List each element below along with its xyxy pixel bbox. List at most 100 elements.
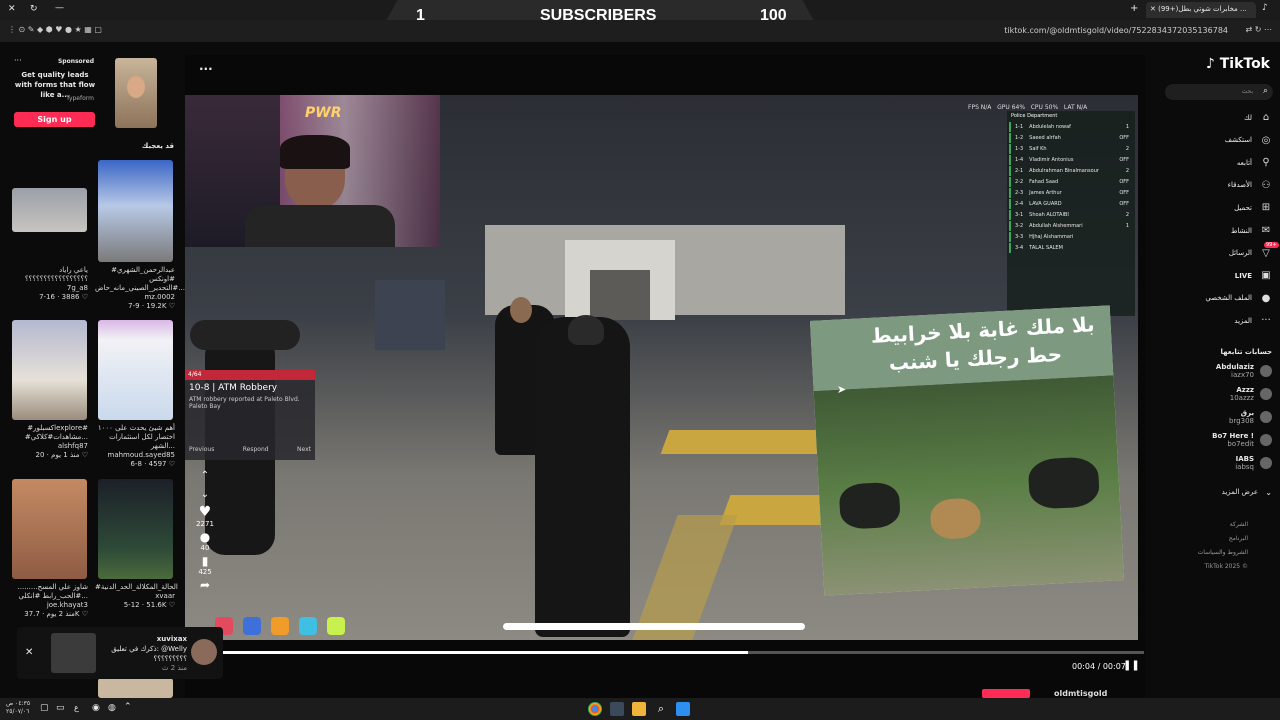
- followed-account[interactable]: برق brg308: [1229, 409, 1272, 425]
- sidebar-item-label: استكشف: [1224, 136, 1252, 145]
- video-user: 7g_a8: [66, 284, 88, 292]
- video-thumbnail-3[interactable]: [12, 320, 87, 420]
- file-explorer-icon[interactable]: [632, 702, 646, 716]
- ad-thumbnail[interactable]: [115, 58, 157, 128]
- microphone-icon[interactable]: ◉: [92, 703, 100, 713]
- alert-previous-button[interactable]: Previous: [189, 446, 214, 453]
- followed-account[interactable]: Abdulaziz iazx70: [1216, 363, 1272, 379]
- roster-list: 1-1 Abdulelah nowaf 1 1-2 Saeed alrfah OFF 1-3…: [1007, 122, 1135, 253]
- crown-reaction-icon[interactable]: [271, 617, 289, 635]
- tray-chevron-icon[interactable]: ⌃: [124, 702, 132, 712]
- alert-respond-button[interactable]: Respond: [243, 446, 269, 453]
- tab-close-icon[interactable]: ✕: [1150, 5, 1156, 13]
- sidebar-item-user-follow[interactable]: أتابعه ⚲: [1237, 157, 1272, 168]
- scroll-down-icon[interactable]: ⌄: [192, 489, 218, 500]
- sidebar-footer: الشركة البرنامج الشروط والسياسات TikTok 202…: [1198, 518, 1248, 574]
- clock[interactable]: ٠٤:٣٥ ص ٢٥/٠٧/٠٦: [6, 700, 30, 716]
- app-icon[interactable]: [610, 702, 624, 716]
- video-more-button[interactable]: ...: [199, 59, 213, 73]
- followed-account[interactable]: Azzz 10azzz: [1230, 386, 1272, 402]
- avatar: [1260, 457, 1272, 469]
- like-icon[interactable]: ♥: [192, 504, 218, 520]
- shield-reaction-icon[interactable]: [243, 617, 261, 635]
- comment-icon[interactable]: ●: [192, 530, 218, 544]
- sidebar-item-compass[interactable]: استكشف ◎: [1225, 135, 1272, 146]
- video-card-3[interactable]: #اكسبلورexplore# #مشاهدات#كلاكي... alshf…: [10, 424, 88, 460]
- video-frame[interactable]: PWR FPS N/A GPU 64% CPU 50% LAT N/A Poli…: [185, 95, 1138, 640]
- see-more-link[interactable]: عرض المزيد: [1222, 488, 1258, 496]
- sidebar-item-label: LIVE: [1234, 271, 1252, 280]
- footer-link[interactable]: TikTok 2025 ©: [1198, 560, 1249, 574]
- sidebar-item-friends[interactable]: الأصدقاء ⚇: [1228, 180, 1272, 191]
- followed-account[interactable]: Bo7 Here ! bo7edit: [1212, 432, 1272, 448]
- roster-status: 1: [1125, 124, 1129, 130]
- search-input[interactable]: بحث ⌕: [1165, 84, 1273, 100]
- diamond-reaction-icon[interactable]: [299, 617, 317, 635]
- account-handle: bo7edit: [1227, 440, 1254, 448]
- roster-status: 2: [1125, 168, 1129, 174]
- close-notification-icon[interactable]: ✕: [25, 647, 33, 658]
- network-icon[interactable]: ◍: [108, 703, 116, 713]
- sidebar-item-home[interactable]: لك ⌂: [1244, 112, 1272, 123]
- bookmark-icon[interactable]: ▮: [192, 554, 218, 568]
- officer-head: [510, 297, 532, 323]
- officer-head: [568, 315, 604, 345]
- alert-next-button[interactable]: Next: [297, 446, 311, 453]
- windows-start-icon[interactable]: [676, 702, 690, 716]
- notification-time: منذ 2 ث: [161, 664, 187, 672]
- follow-button[interactable]: [982, 689, 1030, 698]
- tiktok-logo[interactable]: ♪ TikTok: [1206, 56, 1270, 72]
- display-icon[interactable]: ▭: [56, 703, 65, 713]
- roster-status: 1: [1125, 223, 1129, 229]
- roster-name: TALAL SALEM: [1029, 245, 1063, 251]
- search-taskbar-icon[interactable]: ⌕: [654, 702, 668, 716]
- video-progress-fill: [222, 651, 748, 654]
- sidebar-item-message[interactable]: الرسائل ▽ 99+: [1229, 241, 1279, 259]
- close-window-icon[interactable]: ✕: [8, 4, 16, 14]
- side-door: [375, 280, 445, 350]
- video-thumbnail-4[interactable]: [98, 320, 173, 420]
- browser-toolbar-icons[interactable]: ⇄ ↻ ⋯: [1246, 25, 1273, 34]
- sidebar-item-live[interactable]: LIVE ▣: [1235, 270, 1272, 281]
- footer-link[interactable]: البرنامج: [1198, 532, 1248, 546]
- video-card-4[interactable]: أهم شيئ يحدث على ١٠٠٠ اختصار لكل استثمار…: [95, 424, 175, 469]
- account-name: Azzz: [1236, 386, 1254, 394]
- new-tab-icon[interactable]: +: [1130, 3, 1138, 14]
- video-progress-track[interactable]: [222, 651, 1144, 654]
- video-thumbnail-6[interactable]: [98, 479, 173, 579]
- video-thumbnail-1[interactable]: [12, 188, 87, 232]
- video-card-5[interactable]: شاوز علي المسح......... #الحب_رابط #انكل…: [10, 583, 88, 619]
- ad-more-icon[interactable]: ···: [14, 56, 22, 65]
- video-thumbnail-5[interactable]: [12, 479, 87, 579]
- sidebar-item-profile[interactable]: الملف الشخصي ●: [1205, 293, 1272, 304]
- url-text[interactable]: tiktok.com/@oldmtisgold/video/7522834372…: [1004, 26, 1228, 35]
- refresh-icon[interactable]: ↻: [30, 4, 38, 14]
- followed-account[interactable]: IABS iabsq: [1235, 455, 1272, 471]
- minimize-icon[interactable]: —: [55, 3, 64, 13]
- video-author[interactable]: oldmtisgold: [1054, 689, 1107, 698]
- video-thumbnail-7[interactable]: [98, 678, 173, 698]
- pause-icon[interactable]: ❚❚: [1123, 660, 1140, 671]
- video-card-1[interactable]: ياعي راياد ؟؟؟؟؟؟؟؟؟؟؟؟؟؟؟؟؟ 7g_a8 7-16 …: [10, 266, 88, 302]
- search-icon[interactable]: ⌕: [1263, 86, 1268, 96]
- sidebar-item-upload[interactable]: تحميل ⊞: [1234, 202, 1272, 213]
- extension-icons[interactable]: ⋮ ⊙ ✎ ◆ ⬢ ♥ ● ★ ▦ ▢: [8, 25, 102, 34]
- footer-link[interactable]: الشروط والسياسات: [1198, 546, 1248, 560]
- scroll-up-icon[interactable]: ⌃: [192, 470, 218, 481]
- sidebar-item-activity[interactable]: النشاط ✉: [1231, 225, 1272, 236]
- video-thumbnail-2[interactable]: [98, 160, 173, 262]
- sign-up-button[interactable]: Sign up: [14, 112, 95, 127]
- browser-tab[interactable]: ✕ (99+)مخابرات شوتي بطل ...: [1146, 2, 1256, 18]
- star-reaction-icon[interactable]: [327, 617, 345, 635]
- chrome-icon[interactable]: [588, 702, 602, 716]
- footer-link[interactable]: الشركة: [1198, 518, 1248, 532]
- video-card-6[interactable]: #الحالة_المكلالة_الحد_الدنية xvaar 5-12 …: [95, 583, 178, 610]
- share-icon[interactable]: ➦: [192, 578, 218, 592]
- activity-icon: ✉: [1261, 225, 1271, 236]
- input-language[interactable]: ع: [74, 703, 79, 712]
- roster-status: OFF: [1119, 135, 1129, 141]
- notification-toast[interactable]: ✕ xuvixax ذكرك في تعليق: @Welly ؟؟؟؟؟؟؟؟…: [17, 627, 223, 679]
- sidebar-item-more[interactable]: المزيد ···: [1234, 315, 1272, 326]
- notifications-icon[interactable]: ▢: [40, 703, 49, 713]
- video-card-2[interactable]: #عبدالرحمن_الشهري #اونكس #التحدير_الصيني…: [95, 266, 185, 311]
